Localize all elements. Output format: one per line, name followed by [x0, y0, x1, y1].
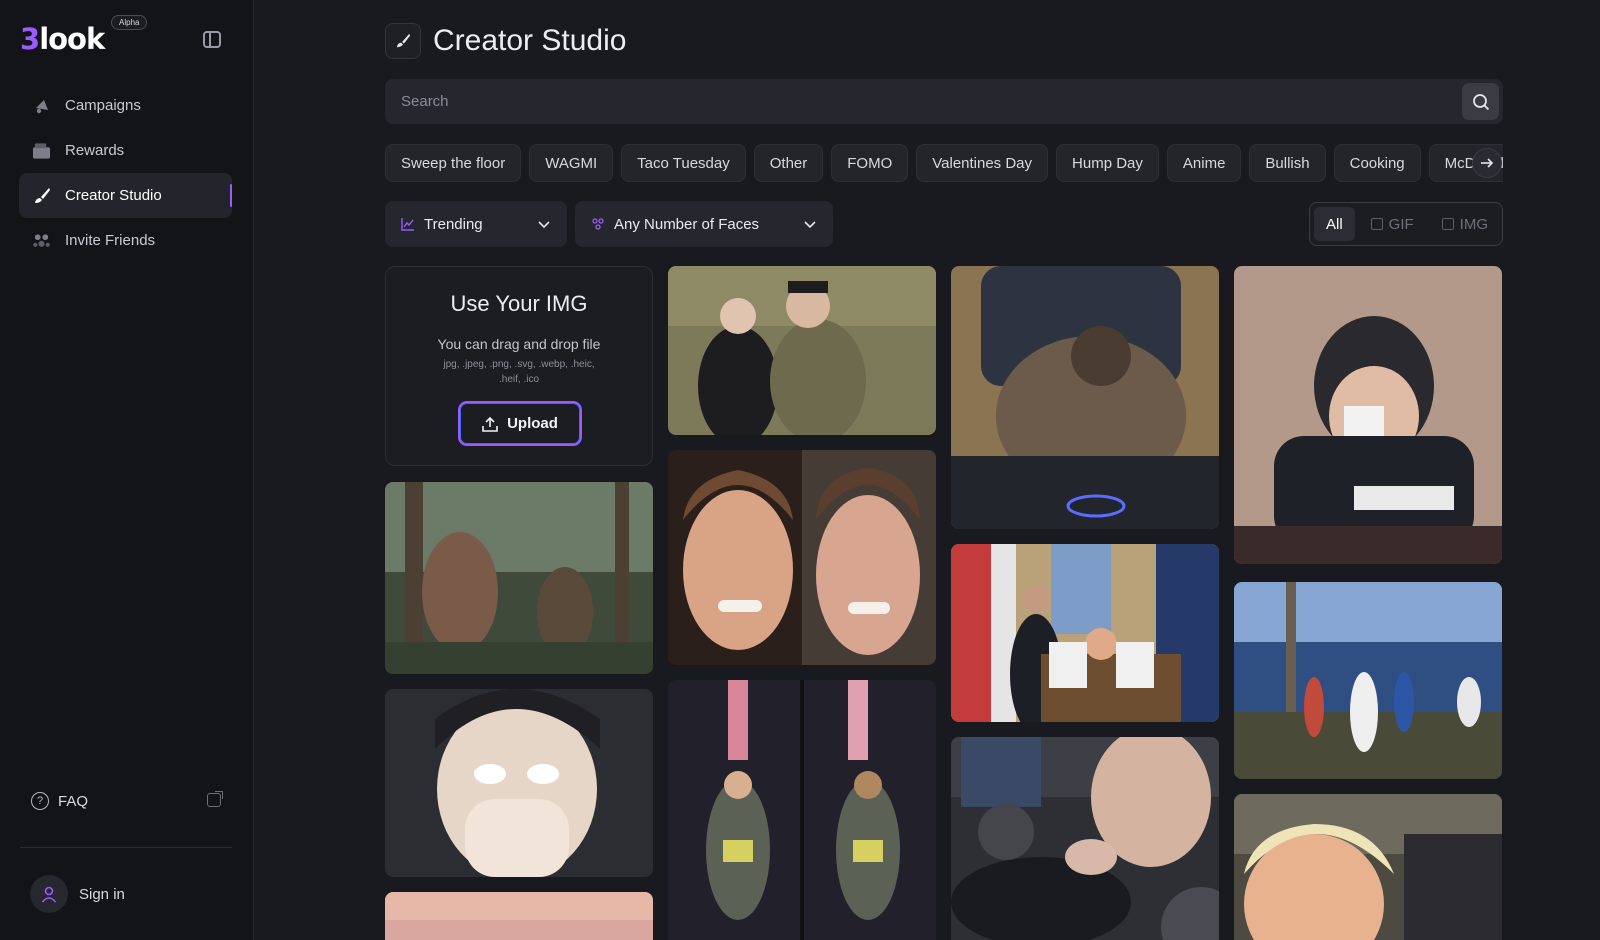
megaphone-icon — [32, 96, 51, 115]
type-gif-label: GIF — [1388, 215, 1414, 233]
search-input[interactable] — [401, 79, 1401, 124]
upload-card[interactable]: Use Your IMG You can drag and drop file … — [385, 266, 653, 466]
external-link-icon — [207, 791, 223, 807]
sort-dropdown[interactable]: Trending — [385, 201, 567, 247]
upload-button[interactable]: Upload — [458, 401, 582, 446]
tag-chip[interactable]: WAGMI — [529, 144, 614, 182]
media-tile[interactable] — [1234, 266, 1502, 564]
sidebar-item-label: Creator Studio — [65, 187, 162, 204]
upload-button-label: Upload — [507, 415, 558, 432]
chevron-down-icon — [803, 217, 817, 231]
type-img-label: IMG — [1459, 215, 1489, 233]
arrow-right-icon — [1481, 158, 1494, 168]
logo-text: look — [39, 22, 105, 56]
media-tile[interactable] — [1234, 582, 1502, 779]
tag-chip[interactable]: Taco Tuesday — [621, 144, 746, 182]
search-icon — [1472, 93, 1489, 110]
image-icon — [1441, 218, 1454, 230]
people-icon — [32, 231, 51, 250]
sign-in-label: Sign in — [79, 885, 125, 903]
faces-dropdown[interactable]: Any Number of Faces — [575, 201, 833, 247]
tag-chip[interactable]: Anime — [1166, 144, 1242, 182]
sort-dropdown-label: Trending — [424, 215, 483, 233]
tag-chip[interactable]: Valentines Day — [916, 144, 1049, 182]
sidebar-item-label: Rewards — [65, 142, 125, 159]
media-tile[interactable] — [385, 892, 653, 940]
type-gif-button[interactable]: GIF — [1359, 207, 1426, 241]
tag-chip[interactable]: FOMO — [831, 144, 909, 182]
faq-label: FAQ — [58, 792, 89, 810]
sidebar-item-label: Invite Friends — [65, 232, 156, 249]
tag-filter-bar: Sweep the floor WAGMI Taco Tuesday Other… — [385, 144, 1503, 182]
sidebar-nav: Campaigns Rewards Creator Studio Invite … — [19, 83, 232, 263]
sidebar-item-label: Campaigns — [65, 97, 141, 114]
upload-subtitle: You can drag and drop file — [437, 336, 601, 352]
faces-icon — [591, 217, 605, 231]
question-icon: ? — [31, 792, 49, 810]
page-title: Creator Studio — [433, 24, 627, 57]
tag-chip[interactable]: Sweep the floor — [385, 144, 522, 182]
sign-in-button[interactable]: Sign in — [30, 875, 125, 913]
upload-title: Use Your IMG — [450, 291, 588, 316]
logo[interactable]: 3look — [20, 22, 105, 56]
wallet-icon — [32, 141, 51, 160]
faq-link[interactable]: ? FAQ — [31, 788, 223, 814]
search-button[interactable] — [1462, 83, 1499, 120]
chevron-down-icon — [537, 217, 551, 231]
media-tile[interactable] — [951, 544, 1219, 722]
logo-mark: 3 — [20, 22, 40, 56]
tag-chip[interactable]: Hump Day — [1056, 144, 1159, 182]
media-tile[interactable] — [951, 266, 1219, 529]
trending-icon — [401, 217, 415, 231]
media-tile[interactable] — [1234, 794, 1502, 940]
gif-icon — [1370, 218, 1383, 230]
sidebar-item-invite-friends[interactable]: Invite Friends — [19, 218, 232, 263]
media-tile[interactable] — [385, 482, 653, 674]
sidebar-item-rewards[interactable]: Rewards — [19, 128, 232, 173]
type-img-button[interactable]: IMG — [1430, 207, 1500, 241]
brush-icon — [385, 23, 421, 59]
sidebar-item-creator-studio[interactable]: Creator Studio — [19, 173, 232, 218]
tag-chip[interactable]: Bullish — [1249, 144, 1326, 182]
type-all-button[interactable]: All — [1314, 207, 1355, 241]
media-tile[interactable] — [668, 680, 936, 940]
media-tile[interactable] — [385, 689, 653, 877]
media-tile[interactable] — [951, 737, 1219, 940]
sidebar-divider — [20, 847, 232, 848]
upload-icon — [482, 416, 498, 432]
search-bar — [385, 79, 1503, 124]
tag-chip[interactable]: Other — [753, 144, 824, 182]
media-tile[interactable] — [668, 266, 936, 435]
sidebar: 3look Alpha Campaigns Rewards Creator St… — [0, 0, 254, 940]
media-type-toggle: All GIF IMG — [1309, 202, 1503, 246]
brush-icon — [32, 186, 51, 205]
faces-dropdown-label: Any Number of Faces — [614, 215, 760, 233]
media-tile[interactable] — [668, 450, 936, 665]
tags-scroll-right-button[interactable] — [1472, 148, 1502, 178]
tag-chip[interactable]: Cooking — [1333, 144, 1421, 182]
user-icon — [30, 875, 68, 913]
upload-formats: jpg, .jpeg, .png, .svg, .webp, .heic, .h… — [443, 359, 595, 385]
sidebar-item-campaigns[interactable]: Campaigns — [19, 83, 232, 128]
sidebar-collapse-icon[interactable] — [203, 31, 221, 48]
alpha-badge: Alpha — [111, 15, 148, 30]
